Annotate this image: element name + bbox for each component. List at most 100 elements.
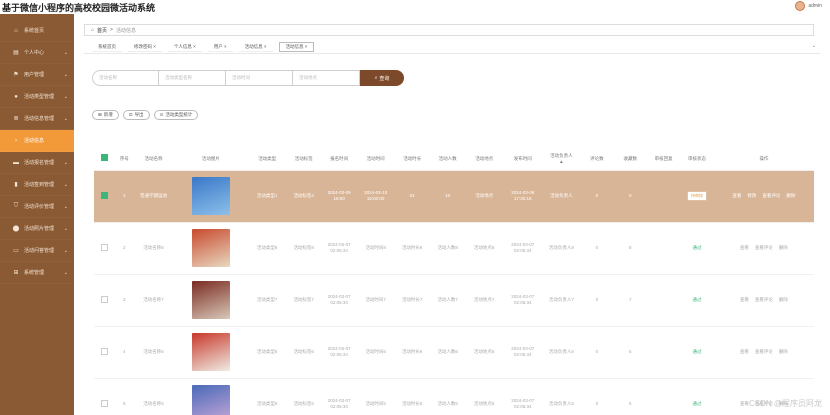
tabs-more-icon[interactable]: ⌄ — [812, 43, 816, 49]
table-row[interactable]: 5 活动名称5 活动类型5 活动标签5 2024-03-07 02:05:34 活动时间5… — [94, 378, 814, 415]
cell-duration: 活动时长6 — [394, 326, 430, 379]
row-checkbox[interactable] — [100, 399, 108, 407]
activity-image[interactable] — [191, 177, 230, 215]
column-header: 发布时间 — [502, 148, 543, 171]
row-action-link[interactable]: 查看评论 — [762, 193, 780, 199]
activity-image[interactable] — [191, 281, 230, 319]
column-header-label: 活动人数 — [438, 155, 457, 161]
tab-item[interactable]: 个人信息 × — [167, 42, 202, 52]
username[interactable]: admin — [808, 3, 822, 9]
row-checkbox-cell[interactable] — [94, 326, 115, 379]
row-action-link[interactable]: 查看 — [740, 401, 749, 407]
search-input-type[interactable]: 活动类型名称 — [159, 70, 226, 86]
button-icon: ⊡ — [128, 112, 133, 117]
tab-item[interactable]: 系统首页 — [92, 42, 122, 52]
table-row[interactable]: 1 普通学期运动 活动类型1 活动标签4 2024-03-09 16:00 2024-03… — [94, 170, 814, 223]
row-checkbox[interactable] — [100, 191, 108, 199]
tab-item[interactable]: 用户 × — [207, 42, 233, 52]
breadcrumb-home[interactable]: 首页 — [97, 27, 107, 34]
sidebar-item-label: 活动类型管理 — [24, 94, 55, 100]
home-icon[interactable]: ⌂ — [91, 27, 94, 33]
action-button[interactable]: ⊞ 新增 — [92, 110, 119, 120]
column-header: 报名时间 — [321, 148, 357, 171]
table-row[interactable]: 2 活动名称8 活动类型8 活动标签8 2024-03-07 02:05:34 活动时间8… — [94, 222, 814, 275]
search-input-time[interactable]: 活动时间 — [226, 70, 293, 86]
cell-favorites: 5 — [613, 378, 647, 415]
search-button[interactable]: ⌕ 查询 — [360, 70, 404, 86]
row-checkbox-cell[interactable] — [94, 378, 115, 415]
cell-favorites: 6 — [613, 326, 647, 379]
cell-people: 10 — [429, 170, 466, 223]
sidebar-item[interactable]: ▮ 活动签到管理 ⌄ — [0, 174, 74, 196]
cell-publish-time: 2024-03-07 02:05:34 — [502, 274, 543, 327]
column-header-label: 活动类型 — [258, 155, 277, 161]
row-checkbox[interactable] — [100, 295, 108, 303]
column-header-label: 活动标签 — [294, 155, 313, 161]
activity-image[interactable] — [191, 333, 230, 371]
sidebar-item-label: 活动信息 — [24, 138, 45, 144]
main-content: ⌂ 首页 > 活动信息 系统首页 修改密码 × 个人信息 × 用户 × 活动信息 × 活动… — [74, 14, 830, 415]
action-button[interactable]: ⊙ 活动类型统计 — [153, 110, 199, 120]
button-icon: ⊙ — [159, 112, 164, 117]
tab-item[interactable]: 活动信息 × — [278, 42, 315, 52]
avatar[interactable] — [795, 1, 806, 11]
column-header[interactable] — [94, 148, 115, 171]
search-icon: ⌕ — [374, 75, 378, 81]
row-action-link[interactable]: 删除 — [779, 297, 788, 303]
sidebar-item[interactable]: ⛉ 活动评价管理 ⌄ — [0, 196, 74, 218]
table-row[interactable]: 3 活动名称7 活动类型7 活动标签7 2024-03-07 02:05:34 活动时间7… — [94, 274, 814, 327]
sidebar-item[interactable]: ● 活动类型管理 ⌄ — [0, 86, 74, 108]
cell-comments: 0 — [580, 274, 614, 327]
status-badge: 待审核 — [687, 191, 708, 201]
sort-icon[interactable]: ▲ — [559, 159, 563, 164]
row-action-link[interactable]: 删除 — [779, 349, 788, 355]
row-checkbox-cell[interactable] — [94, 170, 115, 223]
row-checkbox-cell[interactable] — [94, 222, 115, 275]
sidebar-item[interactable]: ▭ 活动问答管理 ⌄ — [0, 240, 74, 262]
cell-favorites: 8 — [613, 222, 647, 275]
row-actions: 查看 查看评论 删除 — [714, 297, 814, 303]
sidebar-item[interactable]: ⌂ 系统首页 — [0, 20, 74, 42]
sidebar-item[interactable]: ⊞ 系统管理 ⌄ — [0, 262, 74, 284]
cell-tag: 活动标签4 — [285, 170, 322, 223]
table-header-row: 序号 活动名称 活动图片 活动类型 活动标签 报名时间 活动时间 活动时长 活动人数 活动地点 发布… — [94, 148, 814, 171]
tab-item[interactable]: 修改密码 × — [128, 42, 162, 52]
row-action-link[interactable]: 查看 — [740, 245, 749, 251]
search-input-location[interactable]: 活动地点 — [293, 70, 360, 86]
row-action-link[interactable]: 查看 — [732, 193, 741, 199]
sidebar-item[interactable]: ⬤ 活动照片管理 ⌄ — [0, 218, 74, 240]
sidebar-item-label: 系统管理 — [24, 270, 45, 276]
sidebar: ⌂ 系统首页 ▤ 个人中心 ⌄ ⚑ 用户管理 ⌄ ● 活动类型管理 ⌄ ≣ 活动信息管理 ⌄ › 活动信息 ▬ 活… — [0, 14, 74, 415]
row-checkbox[interactable] — [100, 243, 108, 251]
row-action-link[interactable]: 查看 — [740, 349, 749, 355]
row-action-link[interactable]: 修改 — [747, 193, 756, 199]
activity-image[interactable] — [191, 385, 230, 415]
tab-item[interactable]: 活动信息 × — [238, 42, 273, 52]
sidebar-item[interactable]: › 活动信息 — [0, 130, 74, 152]
tab-bar: 系统首页 修改密码 × 个人信息 × 用户 × 活动信息 × 活动信息 × — [92, 42, 315, 52]
row-checkbox-cell[interactable] — [94, 274, 115, 327]
user-menu[interactable]: admin — [795, 1, 822, 11]
sidebar-item[interactable]: ▬ 活动报名管理 ⌄ — [0, 152, 74, 174]
ops-cell: 查看 查看评论 删除 — [713, 274, 814, 327]
column-header-label: 活动时长 — [403, 155, 422, 161]
row-checkbox[interactable] — [100, 347, 108, 355]
cell-signup-time: 2024-03-09 16:00 — [321, 170, 357, 223]
activity-image[interactable] — [191, 229, 230, 267]
sidebar-item[interactable]: ▤ 个人中心 ⌄ — [0, 42, 74, 64]
select-all-checkbox[interactable] — [100, 154, 108, 162]
sidebar-item[interactable]: ≣ 活动信息管理 ⌄ — [0, 108, 74, 130]
table-row[interactable]: 4 活动名称6 活动类型6 活动标签6 2024-03-07 02:05:34 活动时间6… — [94, 326, 814, 379]
row-action-link[interactable]: 查看评论 — [755, 245, 773, 251]
sidebar-item[interactable]: ⚑ 用户管理 ⌄ — [0, 64, 74, 86]
action-button[interactable]: ⊡ 导出 — [122, 110, 150, 120]
sidebar-item-label: 活动签到管理 — [24, 182, 55, 188]
row-action-link[interactable]: 查看评论 — [755, 297, 773, 303]
row-action-link[interactable]: 查看评论 — [755, 349, 773, 355]
search-input-name[interactable]: 活动名称 — [92, 70, 159, 86]
row-action-link[interactable]: 删除 — [779, 245, 788, 251]
cell-name: 活动名称5 — [133, 378, 174, 415]
grid-icon: ⊞ — [13, 270, 19, 276]
row-action-link[interactable]: 查看 — [740, 297, 749, 303]
row-action-link[interactable]: 删除 — [786, 193, 795, 199]
